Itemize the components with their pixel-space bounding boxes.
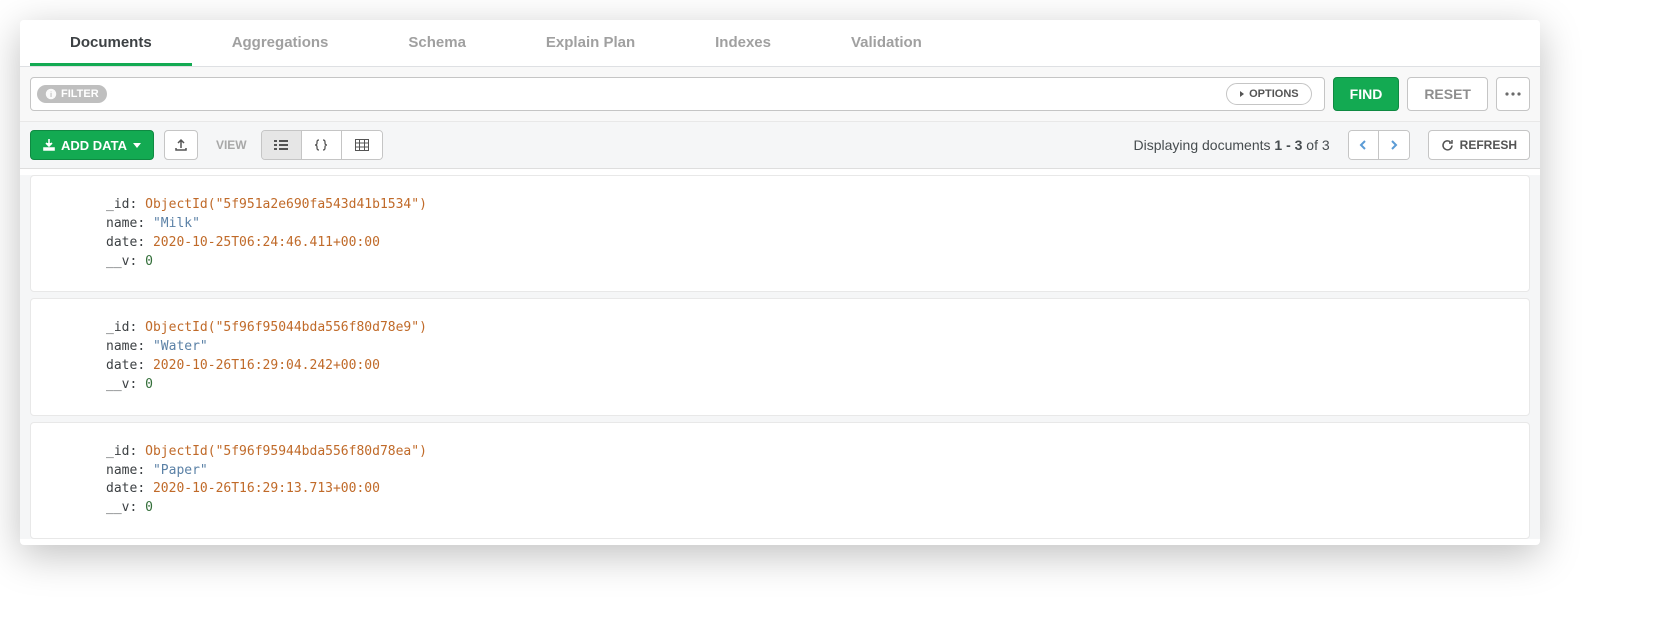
field-row: name: "Milk" [106,215,1519,234]
field-row: date: 2020-10-26T16:29:04.242+00:00 [106,357,1519,376]
field-row: date: 2020-10-26T16:29:13.713+00:00 [106,480,1519,499]
chevron-right-icon [1390,140,1398,150]
document-card[interactable]: _id: ObjectId("5f96f95044bda556f80d78e9"… [30,298,1530,415]
pager [1348,130,1410,160]
download-icon [43,139,55,151]
tab-aggregations[interactable]: Aggregations [192,20,369,66]
more-menu-button[interactable] [1496,77,1530,111]
add-data-button[interactable]: ADD DATA [30,130,154,160]
add-data-label: ADD DATA [61,138,127,153]
count-range: 1 - 3 [1274,137,1302,153]
refresh-icon [1441,139,1454,152]
document-card[interactable]: _id: ObjectId("5f96f95944bda556f80d78ea"… [30,422,1530,539]
caret-right-icon [1239,90,1245,98]
tab-validation[interactable]: Validation [811,20,962,66]
document-card[interactable]: _id: ObjectId("5f951a2e690fa543d41b1534"… [30,175,1530,292]
tab-indexes[interactable]: Indexes [675,20,811,66]
tab-schema[interactable]: Schema [368,20,506,66]
find-button[interactable]: FIND [1333,77,1400,111]
list-icon [274,139,288,151]
tab-documents[interactable]: Documents [30,20,192,66]
filter-pill: i FILTER [37,85,107,103]
filter-pill-label: FILTER [61,88,99,100]
field-row: date: 2020-10-25T06:24:46.411+00:00 [106,234,1519,253]
field-row: _id: ObjectId("5f96f95944bda556f80d78ea"… [106,443,1519,462]
chevron-left-icon [1359,140,1367,150]
refresh-label: REFRESH [1460,138,1517,152]
compass-window: Documents Aggregations Schema Explain Pl… [20,20,1540,545]
filter-input[interactable] [107,86,1226,102]
field-row: __v: 0 [106,499,1519,518]
field-row: _id: ObjectId("5f951a2e690fa543d41b1534"… [106,196,1519,215]
next-page-button[interactable] [1379,131,1409,159]
query-bar: i FILTER OPTIONS FIND RESET [20,67,1540,122]
ellipsis-icon [1505,92,1521,96]
result-count: Displaying documents 1 - 3 of 3 [1134,137,1330,153]
export-icon [174,138,188,152]
view-label: VIEW [216,138,247,152]
collection-tabs: Documents Aggregations Schema Explain Pl… [20,20,1540,67]
field-row: name: "Paper" [106,462,1519,481]
braces-icon [314,138,328,152]
view-json-button[interactable] [302,131,342,159]
count-prefix: Displaying documents [1134,137,1275,153]
tab-explain-plan[interactable]: Explain Plan [506,20,675,66]
prev-page-button[interactable] [1349,131,1379,159]
refresh-button[interactable]: REFRESH [1428,130,1530,160]
documents-toolbar: ADD DATA VIEW Displaying documents 1 - 3… [20,122,1540,169]
document-list: _id: ObjectId("5f951a2e690fa543d41b1534"… [20,175,1540,539]
view-table-button[interactable] [342,131,382,159]
reset-button[interactable]: RESET [1407,77,1488,111]
field-row: _id: ObjectId("5f96f95044bda556f80d78e9"… [106,319,1519,338]
view-list-button[interactable] [262,131,302,159]
field-row: name: "Water" [106,338,1519,357]
field-row: __v: 0 [106,376,1519,395]
count-of: of 3 [1302,137,1329,153]
filter-input-wrap: i FILTER OPTIONS [30,77,1325,111]
info-icon: i [45,88,57,100]
options-button[interactable]: OPTIONS [1226,83,1312,105]
view-switcher [261,130,383,160]
export-button[interactable] [164,130,198,160]
caret-down-icon [133,143,141,148]
field-row: __v: 0 [106,253,1519,272]
table-icon [355,139,369,151]
options-label: OPTIONS [1249,88,1299,100]
svg-text:i: i [50,90,52,99]
